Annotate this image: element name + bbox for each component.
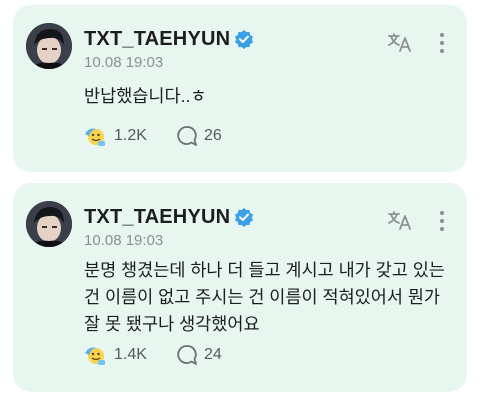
comments-count: 26	[204, 127, 222, 144]
reaction-emoji-icon[interactable]	[83, 343, 107, 367]
verified-badge-icon	[235, 30, 253, 49]
author-name[interactable]: TXT_TAEHYUN	[84, 27, 230, 51]
comment-bubble-icon[interactable]	[176, 124, 198, 148]
more-vertical-icon[interactable]	[439, 32, 445, 54]
post-card[interactable]: TXT_TAEHYUN 10.08 19:03 분명 챙겼는데 하나 더 들고 …	[13, 183, 467, 392]
author-name[interactable]: TXT_TAEHYUN	[84, 205, 230, 229]
more-vertical-icon[interactable]	[439, 210, 445, 232]
translate-icon[interactable]	[387, 31, 413, 53]
post-timestamp: 10.08 19:03	[84, 54, 164, 71]
translate-icon[interactable]	[387, 209, 413, 231]
post-text: 반납했습니다..ㅎ	[84, 86, 207, 106]
comments-count: 24	[204, 346, 222, 363]
post-timestamp: 10.08 19:03	[84, 232, 164, 249]
reaction-emoji-icon[interactable]	[83, 124, 107, 148]
likes-count: 1.2K	[114, 127, 147, 144]
verified-badge-icon	[235, 208, 253, 227]
likes-count: 1.4K	[114, 346, 147, 363]
avatar[interactable]	[26, 23, 72, 69]
comment-bubble-icon[interactable]	[176, 343, 198, 367]
post-text: 분명 챙겼는데 하나 더 들고 계시고 내가 갖고 있는건 이름이 없고 주시는…	[84, 260, 445, 334]
avatar[interactable]	[26, 201, 72, 247]
post-card[interactable]: TXT_TAEHYUN 10.08 19:03 반납했습니다..ㅎ 1.2K 2…	[13, 5, 467, 172]
